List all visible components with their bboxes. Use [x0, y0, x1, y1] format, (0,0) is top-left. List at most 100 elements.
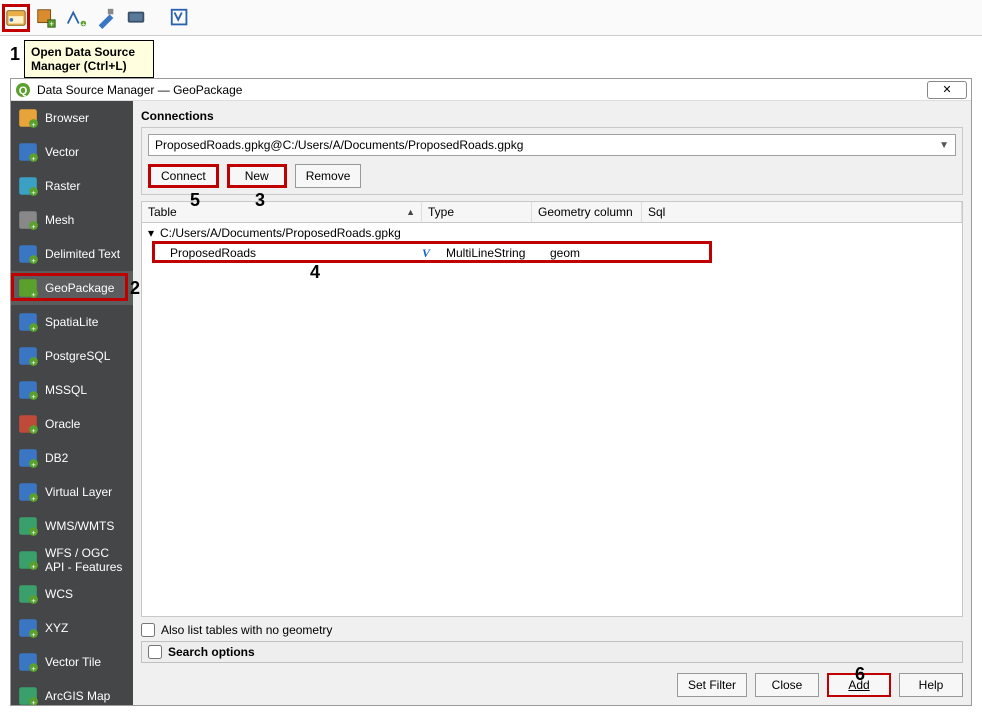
sidebar-item-label: WCS: [45, 587, 73, 601]
mssql-icon: +: [17, 379, 39, 401]
sort-asc-icon: ▲: [406, 207, 415, 217]
svg-text:+: +: [31, 562, 36, 571]
connection-selected: ProposedRoads.gpkg@C:/Users/A/Documents/…: [155, 138, 523, 152]
sidebar-item-geopackage[interactable]: +GeoPackage: [11, 271, 133, 305]
new-connection-button[interactable]: New: [227, 164, 287, 188]
svg-text:+: +: [31, 392, 36, 401]
layer-name: ProposedRoads: [170, 246, 422, 260]
sidebar-item-label: PostgreSQL: [45, 349, 110, 363]
callout-3: 3: [255, 190, 265, 211]
search-options-label: Search options: [168, 645, 255, 659]
set-filter-button[interactable]: Set Filter: [677, 673, 747, 697]
close-button[interactable]: Close: [755, 673, 819, 697]
svg-text:+: +: [31, 426, 36, 435]
raster-icon: +: [17, 175, 39, 197]
sidebar-item-label: Vector: [45, 145, 79, 159]
sidebar-item-db2[interactable]: + DB2: [11, 441, 133, 475]
open-data-source-manager-button[interactable]: [2, 4, 30, 32]
svg-text:+: +: [31, 630, 36, 639]
xyz-icon: +: [17, 617, 39, 639]
sidebar-item-label: SpatiaLite: [45, 315, 98, 329]
svg-text:Q: Q: [19, 85, 28, 97]
new-spatialite-button[interactable]: [92, 4, 120, 32]
sidebar-item-browser[interactable]: +Browser: [11, 101, 133, 135]
sidebar-item-label: DB2: [45, 451, 68, 465]
connections-label: Connections: [141, 109, 963, 123]
new-vector-layer-icon: +: [65, 7, 87, 29]
sidebar-item-delimited-text[interactable]: + Delimited Text: [11, 237, 133, 271]
sidebar-item-oracle[interactable]: + Oracle: [11, 407, 133, 441]
col-geom[interactable]: Geometry column: [532, 202, 642, 222]
sidebar-item-label: WMS/WMTS: [45, 519, 114, 533]
svg-text:+: +: [31, 698, 36, 705]
sidebar-item-spatialite[interactable]: + SpatiaLite: [11, 305, 133, 339]
sidebar-item-virtual-layer[interactable]: + Virtual Layer: [11, 475, 133, 509]
help-button[interactable]: Help: [899, 673, 963, 697]
new-virtual-layer-icon: [169, 7, 191, 29]
connections-group: ProposedRoads.gpkg@C:/Users/A/Documents/…: [141, 127, 963, 195]
wfs-icon: +: [17, 549, 39, 571]
svg-text:+: +: [31, 358, 36, 367]
new-geopackage-button[interactable]: +: [32, 4, 60, 32]
sidebar-item-label: Oracle: [45, 417, 80, 431]
remove-connection-button[interactable]: Remove: [295, 164, 362, 188]
also-list-checkbox[interactable]: [141, 623, 155, 637]
col-sql[interactable]: Sql: [642, 202, 962, 222]
sidebar-item-vector-tile[interactable]: +Vector Tile: [11, 645, 133, 679]
sidebar-item-mssql[interactable]: +MSSQL: [11, 373, 133, 407]
sidebar-item-mesh[interactable]: + Mesh: [11, 203, 133, 237]
col-table[interactable]: Table ▲: [142, 202, 422, 222]
sidebar-item-wfs-ogc-api-features[interactable]: +WFS / OGC API - Features: [11, 543, 133, 577]
sidebar-item-xyz[interactable]: + XYZ: [11, 611, 133, 645]
dialog-title: Data Source Manager — GeoPackage: [37, 83, 927, 97]
svg-text:+: +: [31, 324, 36, 333]
table-root-row[interactable]: ▾ C:/Users/A/Documents/ProposedRoads.gpk…: [142, 223, 962, 243]
disclosure-icon[interactable]: ▾: [148, 226, 160, 240]
col-type[interactable]: Type: [422, 202, 532, 222]
search-options-toggle[interactable]: Search options: [141, 641, 963, 663]
sidebar-item-label: Virtual Layer: [45, 485, 112, 499]
provider-sidebar: +Browser+Vector+Raster+Mesh+Delimited Te…: [11, 101, 133, 705]
app-toolbar: + +: [0, 0, 982, 36]
sidebar-item-postgresql[interactable]: + PostgreSQL: [11, 339, 133, 373]
new-raster-layer-icon: [125, 7, 147, 29]
geopackage-icon: +: [17, 277, 39, 299]
dialog-close-button[interactable]: ✕: [927, 81, 967, 99]
sidebar-item-vector[interactable]: + Vector: [11, 135, 133, 169]
new-virtual-layer-button[interactable]: [166, 4, 194, 32]
connection-dropdown[interactable]: ProposedRoads.gpkg@C:/Users/A/Documents/…: [148, 134, 956, 156]
sidebar-item-label: Mesh: [45, 213, 74, 227]
svg-text:+: +: [31, 596, 36, 605]
sidebar-item-label: Raster: [45, 179, 80, 193]
folder-icon: +: [17, 107, 39, 129]
mesh-icon: +: [17, 209, 39, 231]
vector-icon: +: [17, 141, 39, 163]
svg-text:+: +: [31, 256, 36, 265]
sidebar-item-raster[interactable]: + Raster: [11, 169, 133, 203]
table-layer-row[interactable]: ProposedRoads V MultiLineString geom: [142, 243, 962, 263]
postgresql-icon: +: [17, 345, 39, 367]
multilinestring-icon: V: [422, 246, 442, 261]
sidebar-item-label: XYZ: [45, 621, 68, 635]
svg-text:+: +: [31, 154, 36, 163]
db2-icon: +: [17, 447, 39, 469]
svg-text:+: +: [31, 120, 36, 129]
edit-layer-icon: [95, 7, 117, 29]
svg-text:+: +: [81, 19, 85, 28]
sidebar-item-wms-wmts[interactable]: + WMS/WMTS: [11, 509, 133, 543]
virtual-layer-icon: +: [17, 481, 39, 503]
svg-text:+: +: [31, 290, 36, 299]
layer-geom-col: geom: [550, 246, 660, 260]
search-options-checkbox[interactable]: [148, 645, 162, 659]
wms-icon: +: [17, 515, 39, 537]
sidebar-item-label: Vector Tile: [45, 655, 101, 669]
oracle-icon: +: [17, 413, 39, 435]
new-shapefile-button[interactable]: +: [62, 4, 90, 32]
chevron-down-icon: ▼: [939, 140, 949, 151]
sidebar-item-label: Delimited Text: [45, 247, 120, 261]
connect-button[interactable]: Connect: [148, 164, 219, 188]
new-memory-layer-button[interactable]: [122, 4, 150, 32]
sidebar-item-arcgis-map[interactable]: +ArcGIS Map: [11, 679, 133, 705]
layer-type: MultiLineString: [446, 246, 550, 260]
sidebar-item-wcs[interactable]: + WCS: [11, 577, 133, 611]
